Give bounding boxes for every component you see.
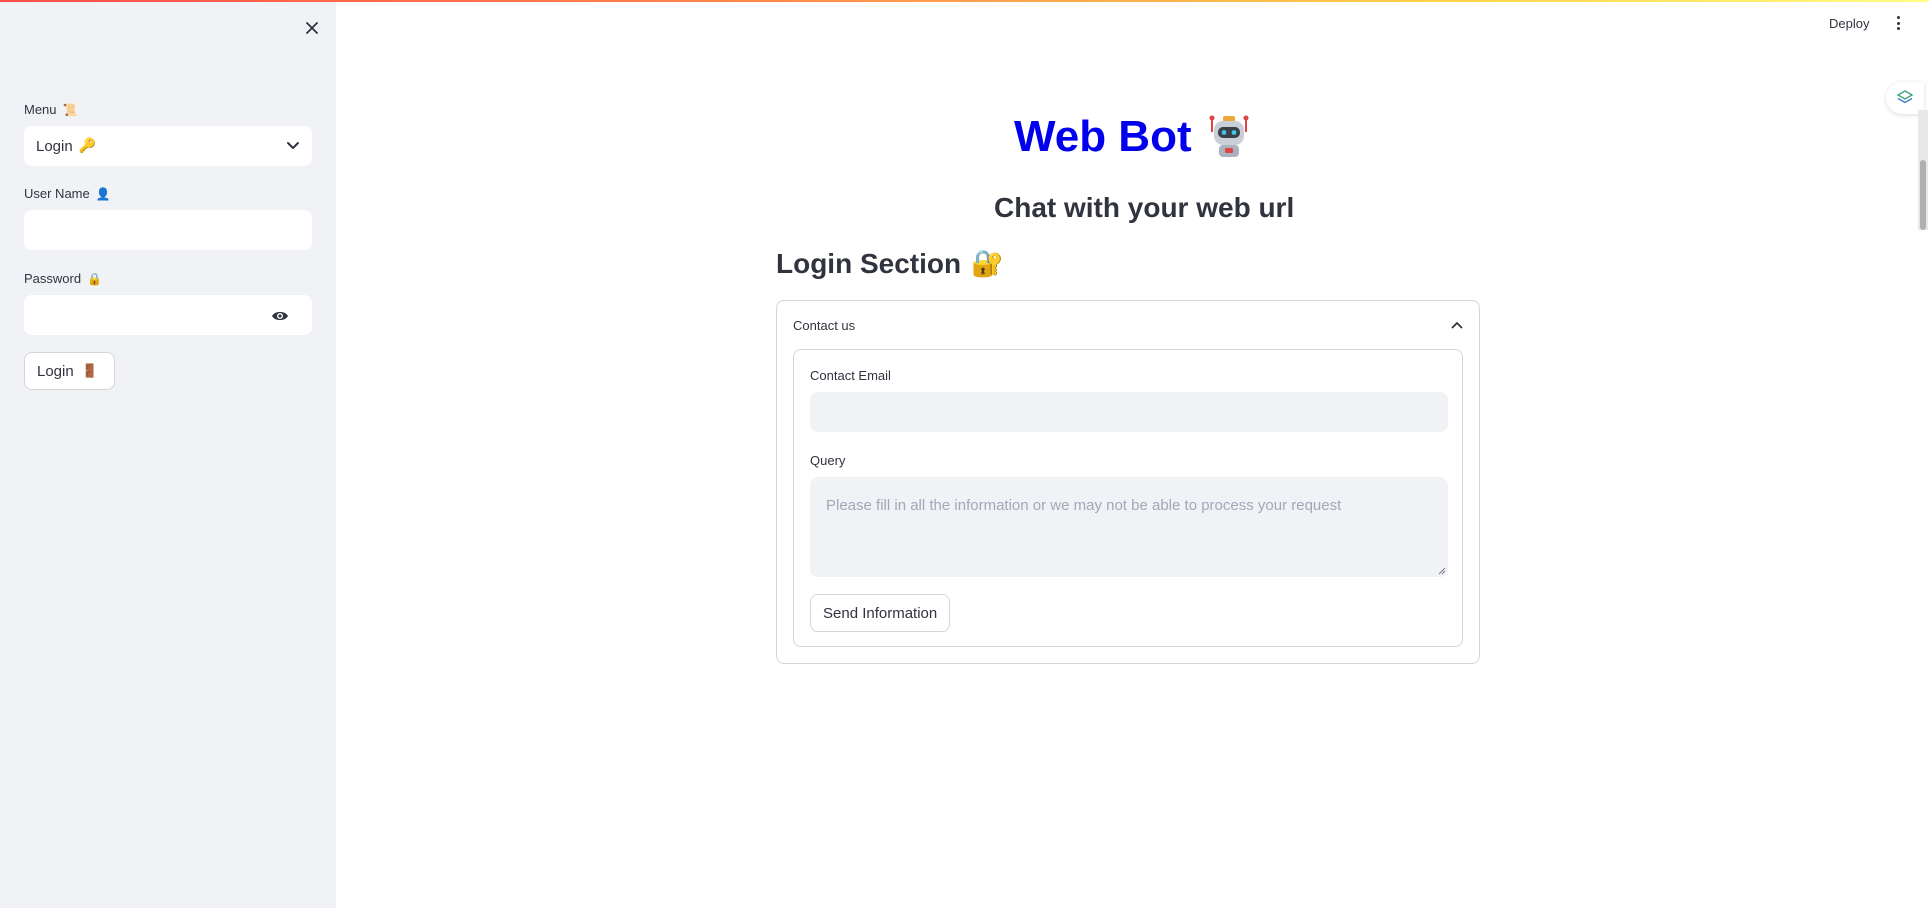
sidebar: Menu 📜 Login 🔑 User Name 👤 Password 🔒 Lo… [0,0,336,908]
menu-label: Menu 📜 [24,102,77,117]
expander-header[interactable]: Contact us [777,301,1479,349]
lock-icon: 🔒 [87,271,103,286]
eye-icon[interactable] [271,308,289,324]
login-button-label: Login [37,362,74,380]
contact-email-input[interactable] [810,392,1448,432]
password-label-text: Password [24,271,82,286]
close-icon [306,22,318,34]
menu-label-text: Menu [24,102,57,117]
top-decoration-bar [0,0,1928,2]
resize-handle-icon[interactable] [1436,565,1446,575]
password-input[interactable] [24,295,312,335]
user-icon: 👤 [95,186,111,201]
query-textarea[interactable]: Please fill in all the information or we… [810,477,1448,577]
key-icon: 🔑 [78,138,97,154]
query-label: Query [810,453,846,468]
username-input[interactable] [24,210,312,250]
expander-label: Contact us [793,317,856,333]
close-sidebar-button[interactable] [300,16,324,40]
chevron-up-icon [1451,322,1463,329]
contact-form: Contact Email Query Please fill in all t… [793,349,1463,647]
layers-icon [1896,90,1914,104]
menu-select[interactable]: Login 🔑 [24,126,312,166]
contact-expander: Contact us Contact Email Query Please fi… [776,300,1480,664]
login-button[interactable]: Login 🚪 [24,352,115,390]
page-subtitle: Chat with your web url [994,192,1295,223]
deploy-button[interactable]: Deploy [1829,16,1869,31]
page-title-text: Web Bot [1014,112,1192,161]
page-title: Web Bot [1014,112,1252,162]
username-label-text: User Name [24,186,90,201]
section-heading-text: Login Section [776,248,962,279]
query-placeholder: Please fill in all the information or we… [826,497,1342,514]
robot-icon [1209,115,1249,157]
scrollbar-thumb[interactable] [1920,160,1926,230]
door-icon: 🚪 [81,363,98,379]
send-information-button[interactable]: Send Information [810,594,951,632]
password-label: Password 🔒 [24,271,102,286]
main-menu-icon[interactable] [1892,14,1904,32]
lock-with-key-icon: 🔐 [971,249,1004,279]
chevron-down-icon [287,142,299,149]
scroll-icon: 📜 [62,102,78,117]
section-heading: Login Section 🔐 [776,248,1003,280]
username-label: User Name 👤 [24,186,111,201]
contact-email-label: Contact Email [810,368,891,383]
menu-selected-value: Login [36,137,73,155]
